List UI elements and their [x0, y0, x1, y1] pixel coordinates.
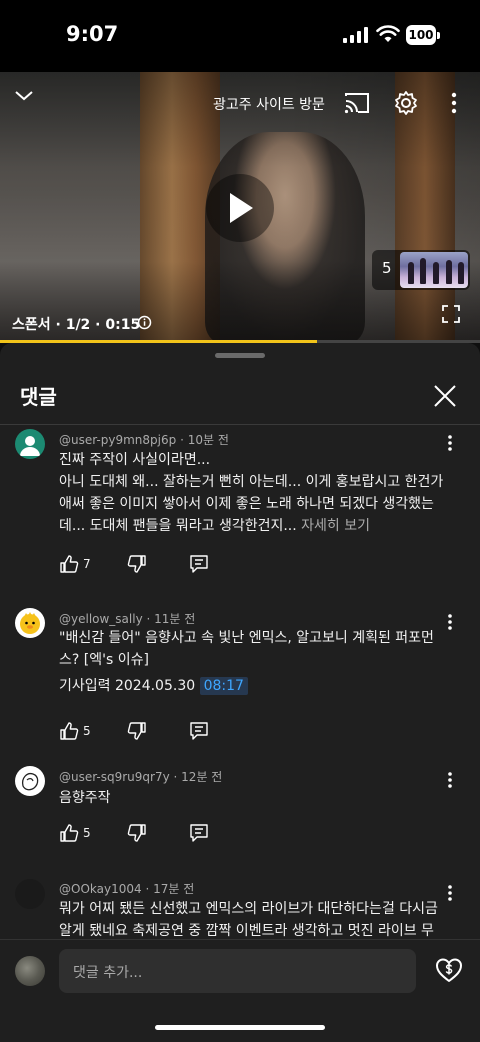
- battery-icon: 100: [406, 25, 440, 45]
- like-count: 5: [83, 826, 91, 840]
- divider: [0, 424, 480, 425]
- dislike-icon[interactable]: [127, 823, 147, 843]
- comment-line: 음향주작: [59, 790, 111, 806]
- wifi-icon: [376, 25, 400, 42]
- comment-line: 아니 도대체 왜... 잘하는거 뻔히 아는데... 이게 홍보랍시고 한건가 …: [59, 474, 444, 534]
- comment-more-icon[interactable]: [444, 612, 456, 632]
- info-icon[interactable]: [137, 315, 152, 330]
- reply-icon[interactable]: [189, 721, 209, 741]
- home-indicator[interactable]: [155, 1025, 325, 1030]
- like-icon[interactable]: [59, 721, 79, 741]
- queue-thumbnail: [400, 252, 468, 288]
- like-icon[interactable]: [59, 823, 79, 843]
- comment-age: 11분 전: [154, 612, 196, 626]
- reply-icon[interactable]: [189, 823, 209, 843]
- user-avatar: [15, 956, 45, 986]
- status-bar: 9:07 100: [0, 0, 480, 72]
- avatar[interactable]: [15, 608, 45, 638]
- like-count: 7: [83, 557, 91, 571]
- comment-author[interactable]: @user-py9mn8pj6p: [59, 433, 176, 447]
- comment-age: 10분 전: [187, 433, 229, 447]
- comment-author[interactable]: @user-sq9ru9qr7y: [59, 770, 170, 784]
- comment-text: 음향주작: [59, 787, 444, 809]
- up-next-queue[interactable]: 5: [372, 250, 470, 290]
- press-date: 기사입력 2024.05.30: [59, 678, 196, 694]
- collapse-chevron-icon[interactable]: [12, 86, 36, 106]
- status-time: 9:07: [66, 22, 119, 46]
- play-icon: [230, 193, 253, 223]
- avatar[interactable]: [15, 766, 45, 796]
- drag-handle[interactable]: [215, 353, 265, 358]
- battery-level: 100: [406, 25, 436, 45]
- comment-age: 12분 전: [181, 770, 223, 784]
- comment-author[interactable]: @yellow_sally: [59, 612, 143, 626]
- timestamp-link[interactable]: 08:17: [199, 677, 248, 695]
- comment-more-icon[interactable]: [444, 770, 456, 790]
- comments-sheet: 댓글 @user-py9mn8pj6p · 10분 전 진짜 주작이 사실이라면…: [0, 343, 480, 1041]
- avatar[interactable]: [15, 879, 45, 909]
- comment-age: 17분 전: [153, 882, 195, 896]
- reply-icon[interactable]: [189, 554, 209, 574]
- settings-gear-icon[interactable]: [393, 90, 419, 116]
- comment-actions: 5: [59, 721, 259, 745]
- add-comment-input[interactable]: 댓글 추가...: [59, 949, 416, 993]
- avatar[interactable]: [15, 429, 45, 459]
- comment-actions: 5: [59, 823, 259, 847]
- default-avatar-icon: [20, 436, 40, 456]
- comment-meta: @yellow_sally · 11분 전: [59, 612, 196, 626]
- cast-icon[interactable]: [344, 92, 370, 114]
- close-icon[interactable]: [432, 383, 458, 409]
- comment-author[interactable]: @OOkay1004: [59, 882, 142, 896]
- cellular-signal-icon: [343, 27, 368, 43]
- play-button[interactable]: [206, 174, 274, 242]
- like-icon[interactable]: [59, 554, 79, 574]
- queue-count: 5: [382, 259, 392, 277]
- video-player[interactable]: 광고주 사이트 방문 5 스폰서 · 1/2 · 0:15: [0, 72, 480, 343]
- dislike-icon[interactable]: [127, 721, 147, 741]
- comment-text: 진짜 주작이 사실이라면... 아니 도대체 왜... 잘하는거 뻔히 아는데.…: [59, 449, 444, 537]
- comment-meta: @user-sq9ru9qr7y · 12분 전: [59, 770, 223, 784]
- comment-actions: 7: [59, 554, 259, 578]
- more-vert-icon[interactable]: [446, 90, 462, 116]
- comment-more-icon[interactable]: [444, 883, 456, 903]
- read-more-link[interactable]: 자세히 보기: [301, 518, 370, 534]
- ad-info-label: 스폰서 · 1/2 · 0:15: [12, 317, 141, 333]
- visit-advertiser-link[interactable]: 광고주 사이트 방문: [213, 94, 325, 114]
- comment-line: "배신감 들어" 음향사고 속 빛난 엔믹스, 알고보니 계획된 퍼포먼스? […: [59, 630, 434, 668]
- super-thanks-icon[interactable]: [435, 956, 463, 984]
- comment-line: 진짜 주작이 사실이라면...: [59, 452, 211, 468]
- fullscreen-icon[interactable]: [442, 305, 460, 323]
- duck-avatar-icon: [20, 612, 40, 634]
- add-comment-bar: 댓글 추가...: [0, 939, 480, 1042]
- sketch-avatar-icon: [21, 772, 39, 791]
- like-count: 5: [83, 724, 91, 738]
- add-comment-placeholder: 댓글 추가...: [73, 965, 143, 981]
- dislike-icon[interactable]: [127, 554, 147, 574]
- comment-meta: @user-py9mn8pj6p · 10분 전: [59, 433, 229, 447]
- comment-text: "배신감 들어" 음향사고 속 빛난 엔믹스, 알고보니 계획된 퍼포먼스? […: [59, 627, 444, 697]
- comment-more-icon[interactable]: [444, 433, 456, 453]
- comment-meta: @OOkay1004 · 17분 전: [59, 882, 195, 896]
- comments-title: 댓글: [20, 385, 57, 409]
